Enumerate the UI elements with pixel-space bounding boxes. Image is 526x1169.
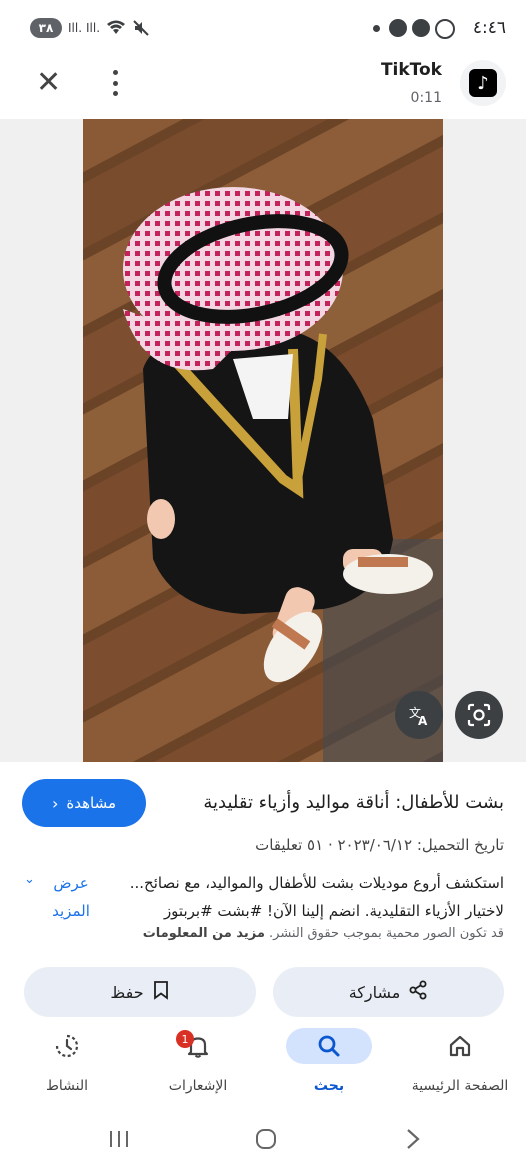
messenger-icon (389, 19, 407, 37)
result-meta: تاريخ التحميل: ٢٠٢٣/٠٦/١٢ · ٥١ تعليقات (255, 836, 504, 854)
nav-notifications-label: الإشعارات (168, 1078, 228, 1094)
activity-icon (35, 1028, 99, 1064)
nav-home[interactable]: الصفحة الرئيسية (405, 1020, 515, 1110)
image-preview[interactable]: 文A (0, 119, 526, 762)
nav-search[interactable]: بحث (274, 1020, 384, 1110)
status-bar: ٣٨ Ill. Ill. ٤:٤٦ (0, 0, 526, 58)
visit-button[interactable]: مشاهدة ‹ (22, 779, 146, 827)
share-button[interactable]: مشاركة (273, 967, 504, 1017)
save-button[interactable]: حفظ (24, 967, 256, 1017)
copyright-notice: قد تكون الصور محمية بموجب حقوق النشر. مز… (143, 926, 504, 941)
result-title[interactable]: بشت للأطفال: أناقة مواليد وأزياء تقليدية (203, 792, 504, 813)
home-icon (428, 1028, 492, 1064)
learn-more-link[interactable]: مزيد من المعلومات (143, 926, 265, 941)
nav-search-label: بحث (313, 1078, 345, 1094)
copyright-text: قد تكون الصور محمية بموجب حقوق النشر. (269, 926, 504, 941)
signal-icon-2: Ill. (86, 21, 101, 35)
battery-indicator: ٣٨ (30, 18, 62, 38)
nav-activity[interactable]: النشاط (12, 1020, 122, 1110)
share-icon (408, 980, 428, 1004)
dot-icon (373, 25, 380, 32)
wifi-icon (106, 19, 126, 39)
mute-icon (132, 19, 150, 41)
tiktok-logo-icon: ♪ (469, 69, 497, 97)
notification-badge: 1 (176, 1030, 194, 1048)
result-description: استكشف أروع موديلات بشت للأطفال والموالي… (129, 874, 504, 920)
save-label: حفظ (110, 982, 144, 1002)
system-navigation-bar (0, 1112, 526, 1169)
chevron-down-icon[interactable]: ⌄ (24, 872, 35, 887)
messenger-icon-2 (412, 19, 430, 37)
nav-home-label: الصفحة الرئيسية (411, 1078, 509, 1094)
search-icon (286, 1028, 372, 1064)
share-label: مشاركة (348, 982, 401, 1002)
recent-apps-icon[interactable] (108, 1128, 130, 1154)
source-app-name: TikTok (380, 60, 442, 80)
lens-search-icon[interactable] (455, 691, 503, 739)
back-system-icon[interactable] (402, 1127, 424, 1155)
video-duration: 0:11 (410, 90, 442, 106)
bell-icon (166, 1028, 230, 1064)
home-system-icon[interactable] (254, 1127, 278, 1155)
show-more-link[interactable]: عرض المزيد (48, 869, 94, 925)
more-options-icon[interactable] (109, 68, 121, 98)
visit-button-label: مشاهدة (66, 794, 117, 812)
svg-text:A: A (418, 714, 428, 727)
whatsapp-icon (435, 19, 455, 39)
close-icon[interactable]: ✕ (36, 68, 61, 98)
signal-icon: Ill. (68, 21, 83, 35)
bookmark-icon (152, 980, 170, 1004)
chevron-left-icon: ‹ (51, 793, 59, 813)
nav-activity-label: النشاط (45, 1078, 89, 1094)
nav-notifications[interactable]: 1 الإشعارات (143, 1020, 253, 1110)
translate-icon[interactable]: 文A (395, 691, 443, 739)
status-time: ٤:٤٦ (472, 18, 506, 38)
result-photo[interactable] (83, 119, 443, 762)
tiktok-app-icon[interactable]: ♪ (460, 60, 506, 106)
